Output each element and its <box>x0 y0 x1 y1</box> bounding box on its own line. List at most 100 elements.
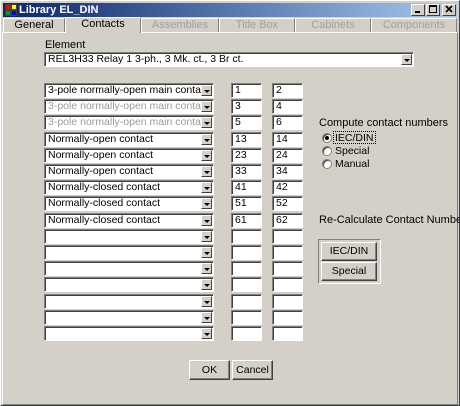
contact-number-value: 33 <box>235 165 247 177</box>
contact-number-1-field[interactable]: 61 <box>231 213 262 228</box>
contact-number-1-field[interactable]: 1 <box>231 83 262 98</box>
radio-label: Special <box>335 145 370 157</box>
chevron-down-icon[interactable] <box>201 117 212 128</box>
contact-type-select[interactable]: 3-pole normally-open main contact <box>44 99 214 114</box>
contact-type-select[interactable]: Normally-closed contact <box>44 213 214 228</box>
chevron-down-icon[interactable] <box>201 328 212 339</box>
contact-number-2-field[interactable] <box>272 245 303 260</box>
contact-type-select[interactable]: Normally-open contact <box>44 132 214 147</box>
contact-type-select[interactable]: Normally-closed contact <box>44 196 214 211</box>
contact-number-1-field[interactable]: 33 <box>231 164 262 179</box>
chevron-down-icon[interactable] <box>201 296 212 307</box>
contact-number-1-field[interactable]: 13 <box>231 132 262 147</box>
contact-type-value: Normally-closed contact <box>48 214 161 226</box>
contact-number-1-field[interactable]: 23 <box>231 148 262 163</box>
contact-number-1-field[interactable] <box>231 261 262 276</box>
chevron-down-icon[interactable] <box>201 166 212 177</box>
contact-number-2-field[interactable] <box>272 261 303 276</box>
contact-number-1-field[interactable] <box>231 245 262 260</box>
contact-number-value: 51 <box>235 197 247 209</box>
ok-button[interactable]: OK <box>189 360 230 380</box>
contact-number-1-field[interactable] <box>231 294 262 309</box>
contact-type-select[interactable]: 3-pole normally-open main contact <box>44 115 214 130</box>
contact-number-value: 13 <box>235 133 247 145</box>
close-button[interactable] <box>442 4 456 16</box>
tab-general[interactable]: General <box>3 18 65 32</box>
minimize-button[interactable] <box>411 4 425 16</box>
contact-number-2-field[interactable]: 34 <box>272 164 303 179</box>
contact-type-select[interactable] <box>44 326 214 341</box>
contact-type-select[interactable] <box>44 261 214 276</box>
contact-number-1-field[interactable]: 51 <box>231 196 262 211</box>
contact-number-1-field[interactable] <box>231 229 262 244</box>
contact-number-2-field[interactable] <box>272 229 303 244</box>
chevron-down-icon[interactable] <box>201 247 212 258</box>
recalc-iec-din-button[interactable]: IEC/DIN <box>321 242 377 261</box>
contact-type-select[interactable]: Normally-open contact <box>44 148 214 163</box>
contact-type-value: Normally-open contact <box>48 165 154 177</box>
recalc-special-button[interactable]: Special <box>321 262 377 281</box>
contact-number-1-field[interactable]: 5 <box>231 115 262 130</box>
contact-number-2-field[interactable]: 62 <box>272 213 303 228</box>
contact-number-value: 42 <box>276 181 288 193</box>
maximize-button[interactable] <box>426 4 440 16</box>
chevron-down-icon[interactable] <box>201 312 212 323</box>
contact-number-2-field[interactable]: 14 <box>272 132 303 147</box>
contact-type-select[interactable] <box>44 294 214 309</box>
cancel-button[interactable]: Cancel <box>232 360 273 380</box>
contact-type-select[interactable] <box>44 229 214 244</box>
contact-number-value: 34 <box>276 165 288 177</box>
contact-number-2-field[interactable]: 2 <box>272 83 303 98</box>
radio-button[interactable] <box>322 159 332 169</box>
contact-number-value: 3 <box>235 100 241 112</box>
contact-type-select[interactable]: 3-pole normally-open main contact <box>44 83 214 98</box>
contact-number-2-field[interactable] <box>272 277 303 292</box>
contact-number-2-field[interactable]: 6 <box>272 115 303 130</box>
chevron-down-icon[interactable] <box>201 150 212 161</box>
radio-label: IEC/DIN <box>335 132 374 144</box>
radio-button[interactable] <box>322 133 332 143</box>
contact-number-2-field[interactable]: 52 <box>272 196 303 211</box>
contact-number-1-field[interactable]: 3 <box>231 99 262 114</box>
contact-type-select[interactable] <box>44 245 214 260</box>
contact-type-select[interactable] <box>44 277 214 292</box>
tab-label: Cabinets <box>311 19 355 31</box>
contact-number-2-field[interactable]: 42 <box>272 180 303 195</box>
contact-type-select[interactable]: Normally-closed contact <box>44 180 214 195</box>
chevron-down-icon[interactable] <box>201 198 212 209</box>
chevron-down-icon[interactable] <box>201 85 212 96</box>
title-bar[interactable]: Library EL_DIN <box>3 3 457 17</box>
minimize-icon <box>415 11 420 13</box>
contact-number-2-field[interactable]: 24 <box>272 148 303 163</box>
tab-assemblies[interactable]: Assemblies <box>141 18 219 32</box>
radio-label: Manual <box>335 158 370 170</box>
element-select[interactable]: REL3H33 Relay 1 3-ph., 3 Mk. ct., 3 Br c… <box>44 52 414 67</box>
contact-number-1-field[interactable] <box>231 277 262 292</box>
chevron-down-icon[interactable] <box>201 279 212 290</box>
chevron-down-icon[interactable] <box>201 182 212 193</box>
contact-number-1-field[interactable] <box>231 326 262 341</box>
contact-number-1-field[interactable] <box>231 310 262 325</box>
tab-cabinets[interactable]: Cabinets <box>295 18 371 32</box>
contact-number-2-field[interactable] <box>272 294 303 309</box>
contact-type-select[interactable]: Normally-open contact <box>44 164 214 179</box>
contact-number-2-field[interactable] <box>272 326 303 341</box>
contact-type-value: Normally-open contact <box>48 133 154 145</box>
contact-number-2-field[interactable]: 4 <box>272 99 303 114</box>
chevron-down-icon[interactable] <box>401 54 412 65</box>
radio-button[interactable] <box>322 146 332 156</box>
contact-type-select[interactable] <box>44 310 214 325</box>
chevron-down-icon[interactable] <box>201 215 212 226</box>
contact-type-value: 3-pole normally-open main contact <box>48 116 210 128</box>
tab-title-box[interactable]: Title Box <box>219 18 295 32</box>
tab-contacts[interactable]: Contacts <box>65 17 141 33</box>
contact-number-1-field[interactable]: 41 <box>231 180 262 195</box>
contact-type-value: 3-pole normally-open main contact <box>48 100 210 112</box>
chevron-down-icon[interactable] <box>201 134 212 145</box>
contact-number-2-field[interactable] <box>272 310 303 325</box>
chevron-down-icon[interactable] <box>201 263 212 274</box>
tab-components[interactable]: Components <box>371 18 457 32</box>
chevron-down-icon[interactable] <box>201 231 212 242</box>
chevron-down-icon[interactable] <box>201 101 212 112</box>
close-icon <box>445 5 453 13</box>
